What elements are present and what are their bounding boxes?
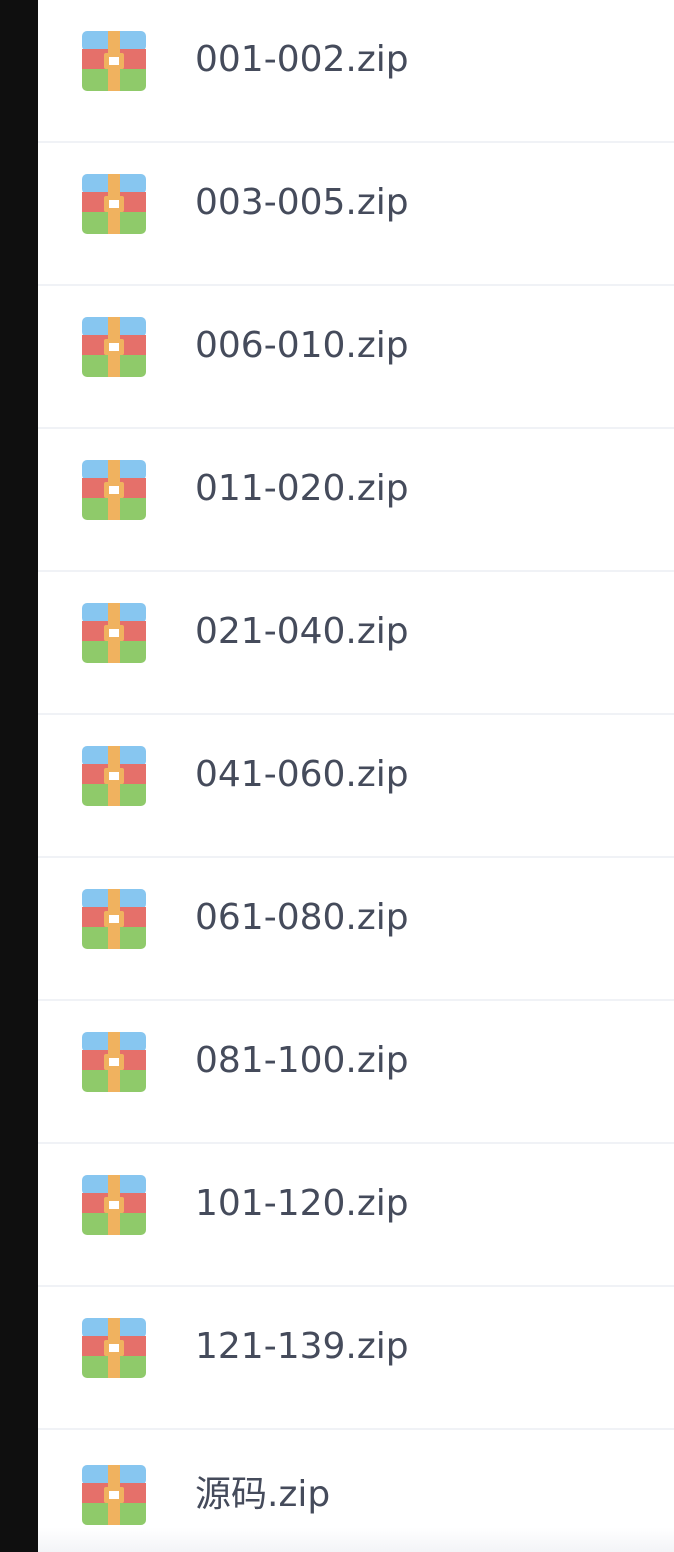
file-row-006-010[interactable]: 006-010.zip <box>38 286 674 429</box>
zip-archive-icon <box>82 889 146 949</box>
file-name: 021-040.zip <box>195 611 409 652</box>
zip-archive-icon <box>82 1175 146 1235</box>
zip-archive-icon <box>82 460 146 520</box>
zip-archive-icon <box>82 1465 146 1525</box>
file-row-081-100[interactable]: 081-100.zip <box>38 1001 674 1144</box>
zip-archive-icon <box>82 1318 146 1378</box>
zip-archive-icon <box>82 603 146 663</box>
window-left-edge <box>0 0 38 1552</box>
file-row-101-120[interactable]: 101-120.zip <box>38 1144 674 1287</box>
file-name: 121-139.zip <box>195 1326 409 1367</box>
file-name: 081-100.zip <box>195 1040 409 1081</box>
file-name: 001-002.zip <box>195 39 409 80</box>
zip-archive-icon <box>82 1032 146 1092</box>
file-row-001-002[interactable]: 001-002.zip <box>38 0 674 143</box>
file-name: 101-120.zip <box>195 1183 409 1224</box>
file-list: 001-002.zip 003-005.zip 006-010.zip 011-… <box>38 0 674 1552</box>
file-name: 061-080.zip <box>195 897 409 938</box>
zip-archive-icon <box>82 746 146 806</box>
file-name: 003-005.zip <box>195 182 409 223</box>
zip-archive-icon <box>82 174 146 234</box>
file-browser-screen: 001-002.zip 003-005.zip 006-010.zip 011-… <box>0 0 674 1552</box>
file-row-source-code[interactable]: 源码.zip <box>38 1430 674 1552</box>
file-row-061-080[interactable]: 061-080.zip <box>38 858 674 1001</box>
zip-archive-icon <box>82 31 146 91</box>
file-name: 006-010.zip <box>195 325 409 366</box>
file-row-011-020[interactable]: 011-020.zip <box>38 429 674 572</box>
file-row-003-005[interactable]: 003-005.zip <box>38 143 674 286</box>
file-row-121-139[interactable]: 121-139.zip <box>38 1287 674 1430</box>
file-name: 041-060.zip <box>195 754 409 795</box>
file-name: 011-020.zip <box>195 468 409 509</box>
file-name: 源码.zip <box>195 1474 331 1515</box>
zip-archive-icon <box>82 317 146 377</box>
file-row-041-060[interactable]: 041-060.zip <box>38 715 674 858</box>
file-row-021-040[interactable]: 021-040.zip <box>38 572 674 715</box>
